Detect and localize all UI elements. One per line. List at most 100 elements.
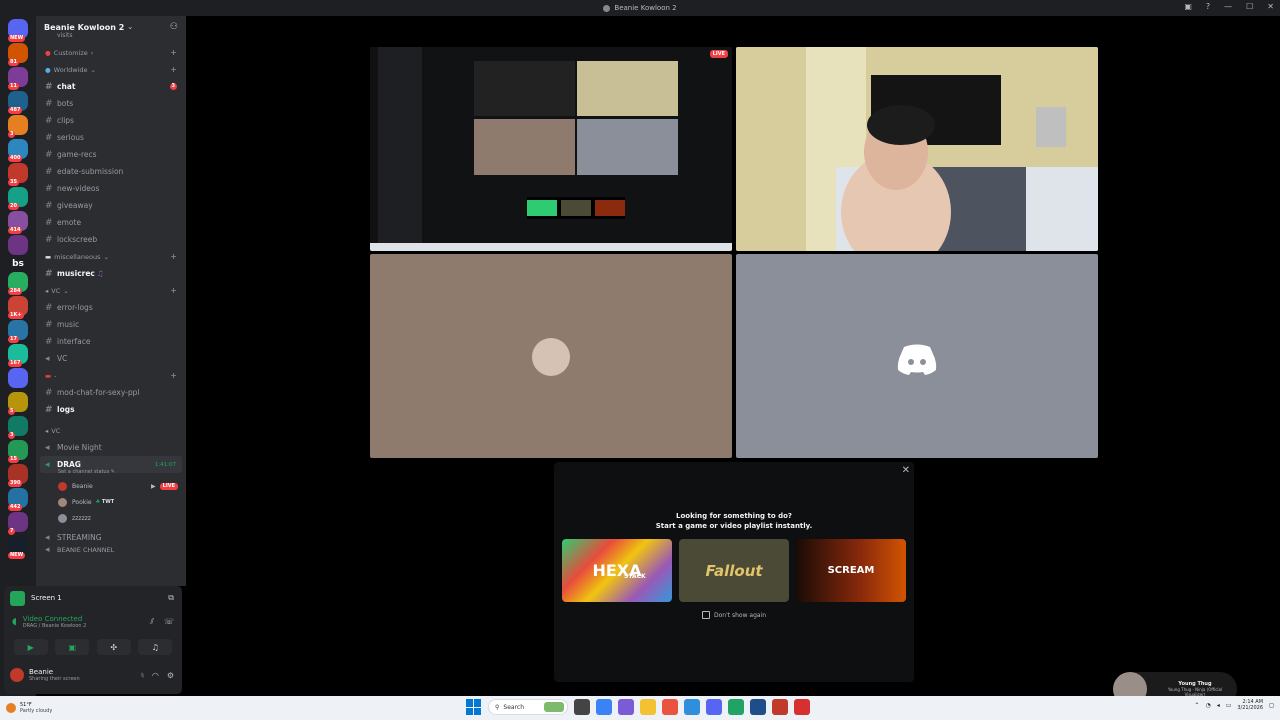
plus-icon[interactable]: + xyxy=(170,286,177,295)
disconnect-icon[interactable]: ☏ xyxy=(164,617,174,627)
channel-emote[interactable]: # emote xyxy=(36,214,186,231)
voice-status[interactable]: Video Connected xyxy=(23,615,87,623)
channel-serious[interactable]: # serious xyxy=(36,129,186,146)
channel-edate-submission[interactable]: # edate-submission xyxy=(36,163,186,180)
edge-icon[interactable] xyxy=(596,699,612,715)
obs-icon[interactable] xyxy=(794,699,810,715)
channel-bots[interactable]: # bots xyxy=(36,95,186,112)
teams-icon[interactable] xyxy=(618,699,634,715)
dont-show-again-checkbox[interactable]: Don't show again xyxy=(554,611,914,619)
voice-user-beanie[interactable]: Beanie ▶ LIVE xyxy=(36,478,186,494)
network-icon[interactable]: ◔ xyxy=(1205,702,1210,709)
help-icon[interactable]: ? xyxy=(1206,2,1210,11)
noise-suppression-icon[interactable]: ⫽ xyxy=(150,617,154,627)
channel-chat[interactable]: # chat 3 xyxy=(36,78,186,95)
plus-icon[interactable]: + xyxy=(170,48,177,57)
category-miscellaneous[interactable]: ▬ miscellaneous ⌄ + xyxy=(36,248,186,265)
gear-icon[interactable]: ⚙ xyxy=(167,671,174,680)
server-icon[interactable]: 3 xyxy=(8,115,28,138)
soundboard-button[interactable]: ♫ xyxy=(138,639,173,655)
app-icon[interactable] xyxy=(750,699,766,715)
channel-partial[interactable]: visits xyxy=(36,32,186,38)
channel-interface[interactable]: # interface xyxy=(36,333,186,350)
screen-share-tile[interactable]: LIVE xyxy=(370,47,732,251)
channel-new-videos[interactable]: # new-videos xyxy=(36,180,186,197)
server-icon[interactable]: 15 xyxy=(8,440,28,463)
server-icon[interactable]: 81 xyxy=(8,43,28,66)
maximize-button[interactable]: ☐ xyxy=(1246,2,1253,11)
plus-icon[interactable]: + xyxy=(170,252,177,261)
channel-music[interactable]: # music xyxy=(36,316,186,333)
server-icon[interactable]: 284 xyxy=(8,272,28,295)
camera-button[interactable]: ▶ xyxy=(13,639,48,655)
voice-channel-beanie[interactable]: ◂ BEANIE CHANNEL xyxy=(36,546,186,554)
battery-icon[interactable]: ▭ xyxy=(1226,702,1232,709)
voice-channel-streaming[interactable]: ◂ STREAMING xyxy=(36,529,186,546)
activities-button[interactable]: ✣ xyxy=(96,639,131,655)
notification-icon[interactable]: ◻ xyxy=(1269,702,1274,709)
server-icon[interactable] xyxy=(8,368,28,388)
close-button[interactable]: ✕ xyxy=(1267,2,1274,11)
plus-icon[interactable]: + xyxy=(170,371,177,380)
game-card-scream[interactable]: SCREAM xyxy=(796,539,906,602)
category-dash[interactable]: ▬ - + xyxy=(36,367,186,384)
screen-share-button[interactable]: ▣ xyxy=(55,639,90,655)
volume-icon[interactable]: ◂ xyxy=(1217,702,1220,709)
chrome-icon[interactable] xyxy=(662,699,678,715)
channel-clips[interactable]: # clips xyxy=(36,112,186,129)
file-explorer-icon[interactable] xyxy=(640,699,656,715)
game-card-hexa[interactable]: HEXA STACK xyxy=(562,539,672,602)
participant-tile-default[interactable] xyxy=(736,254,1098,458)
app-icon[interactable] xyxy=(772,699,788,715)
server-icon[interactable]: 11 xyxy=(8,67,28,90)
inbox-icon[interactable]: ▣ xyxy=(1184,2,1192,11)
server-icon[interactable] xyxy=(8,235,28,255)
close-icon[interactable]: ✕ xyxy=(902,465,910,476)
task-view-icon[interactable] xyxy=(574,699,590,715)
server-icon[interactable]: 3 xyxy=(8,416,28,439)
search-box[interactable]: ⚲ Search xyxy=(488,699,568,715)
weather-widget[interactable]: 51°F Partly cloudy xyxy=(6,702,52,714)
camera-tile[interactable] xyxy=(736,47,1098,251)
app-icon[interactable] xyxy=(728,699,744,715)
category-vc-2[interactable]: ◂ VC xyxy=(36,422,186,439)
participant-tile-pookie[interactable] xyxy=(370,254,732,458)
voice-channel-vc[interactable]: ◂ VC xyxy=(36,350,186,367)
channel-musicrec[interactable]: # musicrec ♫ xyxy=(36,265,186,282)
server-icon[interactable]: NEW xyxy=(8,536,28,559)
server-icon[interactable]: 390 xyxy=(8,464,28,487)
category-vc[interactable]: ◂ VC ⌄ + xyxy=(36,282,186,299)
plus-icon[interactable]: + xyxy=(170,65,177,74)
voice-user-pookie[interactable]: Pookie ♣ TWT xyxy=(36,494,186,510)
popout-icon[interactable]: ⧉ xyxy=(168,593,174,603)
server-icon[interactable]: 400 xyxy=(8,139,28,162)
server-icon-bs[interactable]: bs xyxy=(8,259,28,269)
category-worldwide[interactable]: ● Worldwide ⌄ + xyxy=(36,61,186,78)
server-icon[interactable]: 7 xyxy=(8,512,28,535)
screen-share-row[interactable]: Screen 1 ⧉ xyxy=(4,586,182,610)
store-icon[interactable] xyxy=(684,699,700,715)
server-icon[interactable]: 167 xyxy=(8,344,28,367)
voice-channel-movie-night[interactable]: ◂ Movie Night xyxy=(36,439,186,456)
clock[interactable]: 2:14 AM 3/21/2026 xyxy=(1237,699,1263,711)
channel-logs[interactable]: # logs xyxy=(36,401,186,418)
server-icon[interactable]: 17 xyxy=(8,320,28,343)
server-icon[interactable]: NEW xyxy=(8,19,28,42)
user-avatar[interactable] xyxy=(10,668,24,682)
microphone-icon[interactable]: ♮ xyxy=(141,671,144,680)
server-icon[interactable]: 442 xyxy=(8,488,28,511)
server-icon[interactable]: 414 xyxy=(8,211,28,234)
headphones-icon[interactable]: ◠ xyxy=(152,671,159,680)
minimize-button[interactable]: — xyxy=(1224,2,1232,11)
game-card-fallout[interactable]: Fallout xyxy=(679,539,789,602)
server-icon[interactable]: 20 xyxy=(8,187,28,210)
checkbox-icon[interactable] xyxy=(701,611,710,619)
channel-lockscreeb[interactable]: # lockscreeb xyxy=(36,231,186,248)
channel-game-recs[interactable]: # game-recs xyxy=(36,146,186,163)
server-icon[interactable]: 1K+ xyxy=(8,296,28,319)
server-icon[interactable]: 5 xyxy=(8,392,28,415)
discord-icon[interactable] xyxy=(706,699,722,715)
chevron-up-icon[interactable]: ⌃ xyxy=(1194,702,1199,709)
channel-giveaway[interactable]: # giveaway xyxy=(36,197,186,214)
start-button[interactable] xyxy=(466,699,482,715)
